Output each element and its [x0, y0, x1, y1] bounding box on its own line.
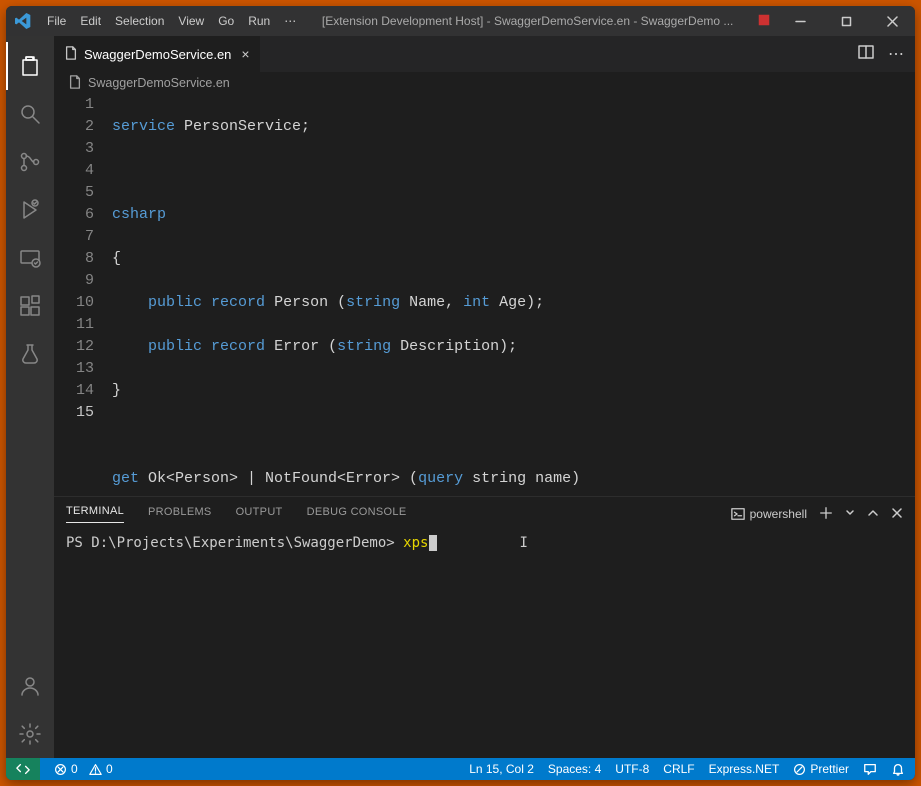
activity-remote[interactable]	[6, 234, 54, 282]
terminal-shell-icon[interactable]: powershell	[731, 507, 807, 521]
panel-tabs: TERMINAL PROBLEMS OUTPUT DEBUG CONSOLE p…	[54, 497, 915, 531]
titlebar: File Edit Selection View Go Run ⋯ [Exten…	[6, 6, 915, 36]
breadcrumb[interactable]: SwaggerDemoService.en	[54, 72, 915, 94]
status-ln-col[interactable]: Ln 15, Col 2	[469, 762, 534, 776]
menu-view[interactable]: View	[171, 6, 211, 36]
status-bell-icon[interactable]	[891, 762, 905, 776]
split-editor-icon[interactable]	[858, 44, 874, 65]
activity-settings[interactable]	[6, 710, 54, 758]
menu-run[interactable]: Run	[241, 6, 277, 36]
panel-tab-terminal[interactable]: TERMINAL	[66, 505, 124, 523]
status-feedback-icon[interactable]	[863, 762, 877, 776]
window-controls	[777, 6, 915, 36]
debug-stop-icon[interactable]	[751, 13, 777, 30]
activity-explorer[interactable]	[6, 42, 54, 90]
activity-bar	[6, 36, 54, 758]
terminal-body[interactable]: PS D:\Projects\Experiments\SwaggerDemo> …	[54, 531, 915, 758]
terminal-cursor	[429, 535, 437, 551]
activity-scm[interactable]	[6, 138, 54, 186]
panel-tab-debug[interactable]: DEBUG CONSOLE	[307, 506, 407, 523]
editor-column: SwaggerDemoService.en × ⋯ SwaggerDemoSer…	[54, 36, 915, 758]
menu-bar: File Edit Selection View Go Run ⋯	[40, 6, 304, 36]
code-content[interactable]: service PersonService; csharp { public r…	[112, 94, 915, 496]
main-area: SwaggerDemoService.en × ⋯ SwaggerDemoSer…	[6, 36, 915, 758]
activity-run[interactable]	[6, 186, 54, 234]
status-errors[interactable]: 0 0	[54, 762, 113, 776]
terminal-command: xps	[403, 535, 428, 551]
status-eol[interactable]: CRLF	[663, 762, 694, 776]
activity-extensions[interactable]	[6, 282, 54, 330]
close-button[interactable]	[869, 6, 915, 36]
menu-file[interactable]: File	[40, 6, 73, 36]
app-window: File Edit Selection View Go Run ⋯ [Exten…	[6, 6, 915, 780]
menu-overflow[interactable]: ⋯	[277, 6, 304, 36]
vscode-icon	[6, 13, 40, 29]
maximize-button[interactable]	[823, 6, 869, 36]
activity-search[interactable]	[6, 90, 54, 138]
panel-close-icon[interactable]	[891, 507, 903, 522]
code-editor[interactable]: 123456789101112131415 service PersonServ…	[54, 94, 915, 496]
terminal-shell-label: powershell	[750, 507, 807, 521]
tab-active[interactable]: SwaggerDemoService.en ×	[54, 36, 261, 72]
status-spaces[interactable]: Spaces: 4	[548, 762, 601, 776]
tab-close-icon[interactable]: ×	[241, 46, 249, 62]
line-gutter: 123456789101112131415	[54, 94, 112, 496]
window-title: [Extension Development Host] - SwaggerDe…	[304, 14, 751, 28]
menu-selection[interactable]: Selection	[108, 6, 171, 36]
file-icon	[68, 75, 82, 92]
status-remote[interactable]	[6, 758, 40, 780]
breadcrumb-label: SwaggerDemoService.en	[88, 76, 230, 90]
panel-tab-output[interactable]: OUTPUT	[236, 506, 283, 523]
terminal-new-icon[interactable]	[819, 506, 833, 523]
editor-actions: ⋯	[848, 36, 915, 72]
panel-tab-problems[interactable]: PROBLEMS	[148, 506, 212, 523]
activity-testing[interactable]	[6, 330, 54, 378]
menu-edit[interactable]: Edit	[73, 6, 108, 36]
editor-more-icon[interactable]: ⋯	[888, 44, 905, 64]
activity-account[interactable]	[6, 662, 54, 710]
menu-go[interactable]: Go	[211, 6, 241, 36]
tab-row: SwaggerDemoService.en × ⋯	[54, 36, 915, 72]
terminal-prompt: PS D:\Projects\Experiments\SwaggerDemo>	[66, 535, 395, 551]
file-icon	[64, 46, 78, 63]
status-encoding[interactable]: UTF-8	[615, 762, 649, 776]
status-lang[interactable]: Express.NET	[709, 762, 780, 776]
tab-label: SwaggerDemoService.en	[84, 47, 231, 62]
status-prettier[interactable]: Prettier	[793, 762, 849, 776]
panel-maximize-icon[interactable]	[867, 507, 879, 522]
panel: TERMINAL PROBLEMS OUTPUT DEBUG CONSOLE p…	[54, 496, 915, 758]
status-bar: 0 0 Ln 15, Col 2 Spaces: 4 UTF-8 CRLF Ex…	[6, 758, 915, 780]
text-caret-icon: I	[519, 535, 527, 551]
terminal-dropdown-icon[interactable]	[845, 507, 855, 521]
minimize-button[interactable]	[777, 6, 823, 36]
